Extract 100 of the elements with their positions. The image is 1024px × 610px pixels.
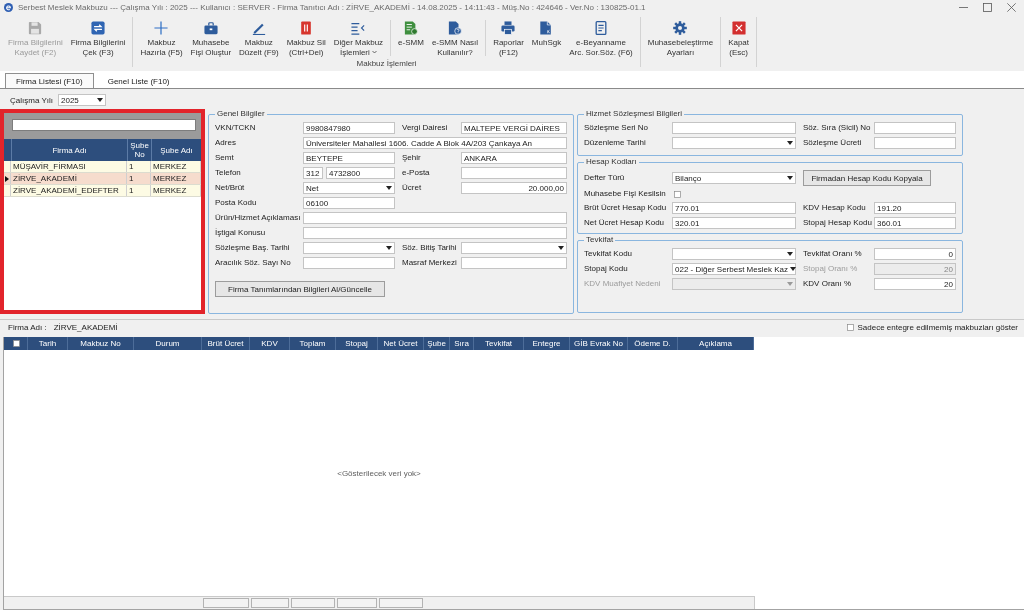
- table-cell: 1: [127, 173, 151, 184]
- field-label: Net/Brüt: [215, 182, 246, 194]
- group-title: Genel Bilgiler: [216, 109, 266, 119]
- number-field[interactable]: 20: [874, 278, 956, 290]
- combo-box[interactable]: Net: [303, 182, 395, 194]
- printer-icon: [501, 21, 516, 35]
- text-field[interactable]: [303, 212, 567, 224]
- settings-icon: [673, 21, 688, 35]
- field-label: Firma Adı :: [8, 323, 47, 332]
- table-row[interactable]: MÜŞAVİR_FİRMASI 1 MERKEZ: [4, 161, 201, 173]
- search-field[interactable]: [12, 119, 196, 131]
- group-title: Tevkifat: [585, 235, 615, 245]
- window-title: Serbest Meslek Makbuzu --- Çalışma Yılı : 2025 --- Kullanıcı : SERVER - Firma Tanıtıcı Adı : ZİRVE_AKADEMİ - 14.08.2025 - 14:11:43 - Müş.No : 424646 - Ver.No : 130825-01.1: [18, 2, 647, 13]
- number-field[interactable]: 20.000,00: [461, 182, 567, 194]
- area-code-field[interactable]: 312: [303, 167, 323, 179]
- text-field[interactable]: Üniversiteler Mahallesi 1606. Cadde A Blok 4A/203 Çankaya An: [303, 137, 567, 149]
- text-field[interactable]: 06100: [303, 197, 395, 209]
- field-label: Sözleşme Ücreti: [802, 137, 863, 149]
- toolbar-button[interactable]: Diğer Makbuz İşlemleri: [329, 15, 388, 57]
- tab[interactable]: Genel Liste (F10): [96, 73, 181, 88]
- dropdown-arrow-icon[interactable]: [787, 141, 793, 145]
- group-title: Hizmet Sözleşmesi Bilgileri: [585, 109, 684, 119]
- toolbar-button[interactable]: e-SMM Nasıl Kullanılır?: [427, 15, 483, 57]
- toolbar-button[interactable]: e-SMM: [394, 15, 428, 48]
- toolbar-button[interactable]: e-Beyanname Arc. Sor.Söz. (F6): [565, 15, 637, 57]
- field-label: İştigal Konusu: [215, 227, 267, 239]
- field-label: Muhasebe Fişi Kesilsin: [584, 188, 667, 200]
- dropdown-arrow-icon[interactable]: [386, 246, 392, 250]
- dropdown-arrow-icon[interactable]: [97, 98, 103, 102]
- field-label: Vergi Dairesi: [401, 122, 449, 134]
- toolbar-button[interactable]: Firma Bilgilerini Çek (F3): [66, 15, 130, 57]
- toolbar-button[interactable]: Raporlar (F12): [489, 15, 528, 57]
- text-field[interactable]: 9980847980: [303, 122, 395, 134]
- toolbar-button[interactable]: MuhSgk: [527, 15, 566, 48]
- combo-box[interactable]: 022 - Diğer Serbest Meslek Kaz: [672, 263, 796, 275]
- checkbox-label[interactable]: Sadece entegre edilmemiş makbuzları göster: [857, 323, 1018, 332]
- app-logo-icon: [4, 3, 13, 12]
- combo-box[interactable]: 2025: [58, 94, 106, 106]
- combo-box[interactable]: Bilanço: [672, 172, 796, 184]
- table-row[interactable]: ZİRVE_AKADEMİ 1 MERKEZ: [4, 173, 201, 185]
- column-header[interactable]: Şube: [424, 337, 450, 350]
- plus-icon: [154, 21, 169, 35]
- field-label: Stopaj Kodu: [584, 263, 629, 275]
- number-field[interactable]: 0: [874, 248, 956, 260]
- toolbar-button[interactable]: Makbuz Sil (Ctrl+Del): [282, 15, 330, 57]
- text-field[interactable]: MALTEPE VERGİ DAİRES: [461, 122, 567, 134]
- table-cell: 1: [127, 185, 151, 196]
- dropdown-arrow-icon[interactable]: [789, 267, 796, 271]
- table-row[interactable]: ZİRVE_AKADEMİ_EDEFTER 1 MERKEZ: [4, 185, 201, 197]
- field-label: Net Ücret Hesap Kodu: [584, 217, 666, 229]
- text-field[interactable]: [874, 122, 956, 134]
- close-icon[interactable]: [1007, 3, 1016, 12]
- text-field[interactable]: [461, 257, 567, 269]
- toolbar-button[interactable]: Kapat (Esc): [724, 15, 754, 57]
- document-icon: [539, 21, 554, 35]
- tab[interactable]: Firma Listesi (F10): [5, 73, 94, 88]
- text-field[interactable]: 320.01: [672, 217, 796, 229]
- trash-icon: [299, 21, 314, 35]
- select-all-checkbox[interactable]: [13, 340, 20, 347]
- table-cell: MÜŞAVİR_FİRMASI: [11, 161, 127, 172]
- update-info-button[interactable]: Firma Tanımlarından Bilgileri Al/Güncelle: [215, 281, 385, 297]
- dropdown-arrow-icon[interactable]: [787, 176, 793, 180]
- checkbox[interactable]: [847, 324, 855, 331]
- toolbar-button[interactable]: Makbuz Hazırla (F5): [136, 15, 187, 57]
- list-arrow-icon: [351, 21, 366, 35]
- text-field[interactable]: ANKARA: [461, 152, 567, 164]
- text-field[interactable]: BEYTEPE: [303, 152, 395, 164]
- text-field[interactable]: [672, 122, 796, 134]
- text-field[interactable]: [874, 137, 956, 149]
- toolbar-button[interactable]: Muhasebeleştirme Ayarları: [643, 15, 718, 57]
- field-label: Telefon: [215, 167, 242, 179]
- column-header[interactable]: Şube No: [127, 139, 151, 161]
- field-label: Semt: [215, 152, 235, 164]
- toolbar-button[interactable]: Makbuz Düzelt (F9): [235, 15, 283, 57]
- phone-field[interactable]: 4732800: [326, 167, 395, 179]
- text-field[interactable]: 770.01: [672, 202, 796, 214]
- table-cell: MERKEZ: [151, 185, 201, 196]
- dropdown-arrow-icon[interactable]: [558, 246, 564, 250]
- text-field[interactable]: [303, 227, 567, 239]
- table-cell: MERKEZ: [151, 173, 201, 184]
- field-label: Düzenleme Tarihi: [584, 137, 647, 149]
- table-cell: ZİRVE_AKADEMİ: [11, 173, 127, 184]
- maximize-icon[interactable]: [983, 3, 992, 12]
- field-label: Aracılık Söz. Sayı No: [215, 257, 292, 269]
- text-field[interactable]: 360.01: [874, 217, 956, 229]
- text-field[interactable]: 191.20: [874, 202, 956, 214]
- text-field[interactable]: [461, 167, 567, 179]
- toolbar-button[interactable]: Muhasebe Fişi Oluştur: [186, 15, 236, 57]
- field-label: Stopaj Hesap Kodu: [802, 217, 873, 229]
- checkbox[interactable]: [674, 190, 681, 198]
- field-label: Masraf Merkezi: [401, 257, 458, 269]
- text-field[interactable]: [303, 257, 395, 269]
- firm-name-value: ZİRVE_AKADEMİ: [53, 323, 119, 332]
- pencil-icon: [251, 21, 266, 35]
- copy-codes-button[interactable]: Firmadan Hesap Kodu Kopyala: [803, 170, 931, 186]
- field-label: Tevkifat Kodu: [584, 248, 634, 260]
- dropdown-arrow-icon[interactable]: [787, 252, 793, 256]
- field-label: e-Posta: [401, 167, 431, 179]
- dropdown-arrow-icon[interactable]: [386, 186, 392, 190]
- field-label: Çalışma Yılı: [10, 95, 54, 105]
